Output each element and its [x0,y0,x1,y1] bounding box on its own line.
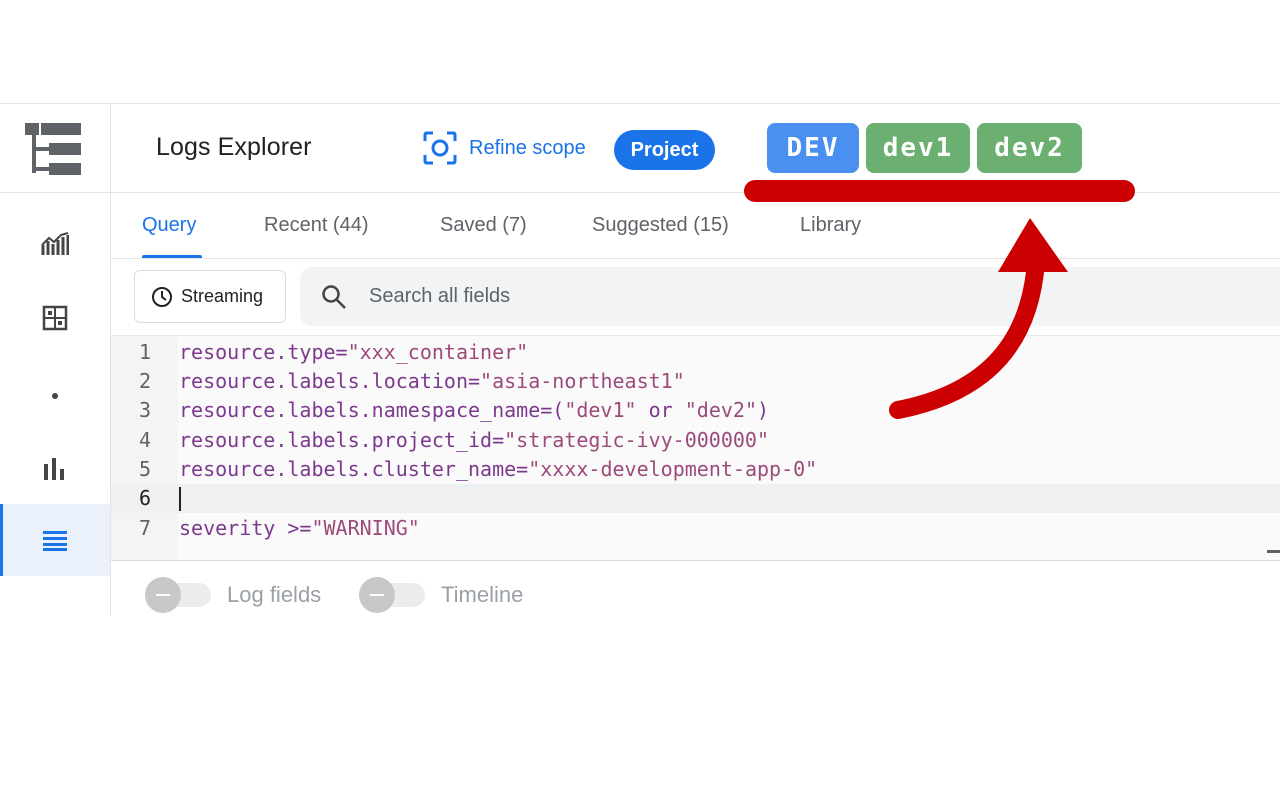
sidebar [0,104,111,616]
metrics-icon [41,232,69,255]
line-number: 5 [139,457,152,481]
line-number: 3 [139,398,152,422]
log-fields-switch[interactable] [145,577,211,613]
sidebar-item-logs-explorer[interactable] [0,504,110,576]
product-logo [0,104,110,193]
tab-recent[interactable]: Recent (44) [264,214,369,237]
line-number: 6 [139,486,152,510]
switch-knob [359,577,395,613]
editor-line: 2 resource.labels.location="asia-northea… [111,367,1280,396]
log-fields-toggle[interactable]: Log fields [145,577,321,613]
timeline-toggle[interactable]: Timeline [359,577,523,613]
dashboard-icon [42,305,68,331]
line-number: 7 [139,516,152,540]
focus-scope-icon [423,131,457,165]
search-icon [322,284,346,309]
streaming-label: Streaming [181,286,264,306]
logs-explorer-app: Logs Explorer Refine scope Project DEV d… [0,103,1280,616]
dot-icon [52,393,58,399]
sidebar-item-analytics[interactable] [0,432,110,504]
env-tag-dev: DEV [767,123,859,173]
editor-line: 7 severity >="WARNING" [111,514,1280,543]
tabs-divider [111,258,1280,259]
env-tag-dev1: dev1 [866,123,970,173]
bar-chart-icon [44,458,64,480]
text-cursor [179,487,181,511]
line-number: 4 [139,428,152,452]
search-bar[interactable] [300,267,1280,326]
tab-saved[interactable]: Saved (7) [440,214,527,237]
code-line: severity >="WARNING" [179,516,420,540]
sidebar-item-dashboards[interactable] [0,282,110,354]
editor-line: 5 resource.labels.cluster_name="xxxx-dev… [111,455,1280,484]
log-fields-label: Log fields [227,582,322,607]
timeline-label: Timeline [441,582,524,607]
scope-badge[interactable]: Project [614,130,715,170]
tab-suggested[interactable]: Suggested (15) [592,214,729,237]
editor-scrollbar[interactable] [1267,550,1280,553]
logs-search-icon [42,615,68,616]
search-input[interactable] [369,285,969,308]
clock-icon [152,286,172,307]
logs-list-icon [43,531,67,551]
streaming-button[interactable]: Streaming [134,270,286,323]
line-number: 2 [139,369,152,393]
timeline-switch[interactable] [359,577,425,613]
header-divider [111,192,1280,193]
sidebar-item-metrics[interactable] [0,208,110,280]
refine-scope-button[interactable]: Refine scope [423,131,586,165]
switch-knob [145,577,181,613]
env-tag-dev2: dev2 [977,123,1082,173]
top-divider [0,103,1280,104]
editor-line: 3 resource.labels.namespace_name=("dev1"… [111,396,1280,425]
page-title: Logs Explorer [156,133,312,161]
logging-logo-icon [25,123,81,175]
sidebar-item-dot[interactable] [0,360,110,432]
code-line: resource.labels.namespace_name=("dev1" o… [179,398,770,422]
refine-scope-label: Refine scope [469,136,586,159]
query-editor[interactable]: 1 resource.type="xxx_container" 2 resour… [111,335,1280,561]
line-number: 1 [139,340,152,364]
editor-line: 4 resource.labels.project_id="strategic-… [111,426,1280,455]
editor-line: 1 resource.type="xxx_container" [111,338,1280,367]
tab-library[interactable]: Library [800,214,861,237]
code-line: resource.type="xxx_container" [179,340,529,364]
sidebar-item-log-search[interactable] [0,580,110,616]
code-line: resource.labels.cluster_name="xxxx-devel… [179,457,818,481]
code-line: resource.labels.project_id="strategic-iv… [179,428,770,452]
code-line: resource.labels.location="asia-northeast… [179,369,685,393]
tab-query[interactable]: Query [142,214,196,237]
editor-line-current: 6 [111,484,1280,513]
